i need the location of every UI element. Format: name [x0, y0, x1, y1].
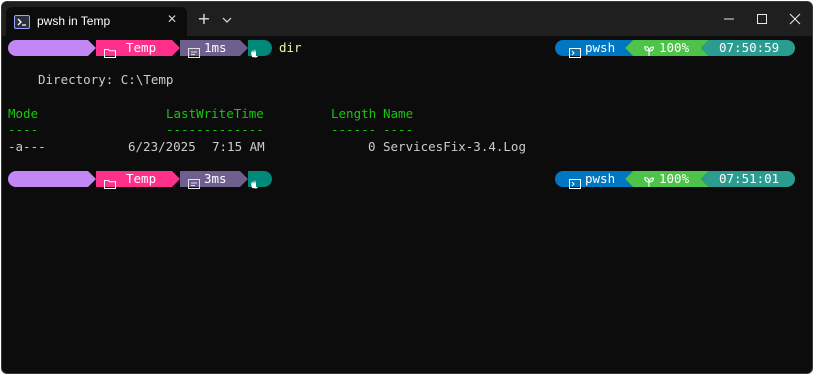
prompt-status-cap: [256, 171, 272, 187]
underline-lastwritetime: -------------: [166, 122, 264, 137]
prompt-battery: 100%: [659, 40, 690, 55]
underline-length: ------: [331, 122, 377, 137]
prompt-path-segment: Temp: [96, 171, 172, 189]
command-text: dir: [279, 40, 302, 55]
prompt-duration-segment: 1ms: [180, 40, 240, 58]
title-bar: pwsh in Temp ✕ +: [2, 2, 812, 36]
prompt-time: 07:51:01: [719, 171, 780, 186]
header-name: Name: [383, 106, 414, 121]
powerline-arrow: [88, 40, 96, 56]
prompt-status-cap: [256, 40, 272, 56]
timer-icon: [188, 43, 200, 62]
terminal-icon: [569, 174, 581, 193]
new-tab-button[interactable]: +: [194, 10, 214, 28]
powerline-arrow: [172, 171, 180, 187]
powerline-arrow: [625, 171, 633, 187]
row-mode: -a---: [8, 139, 46, 154]
tab-title: pwsh in Temp: [37, 14, 111, 28]
folder-icon: [104, 43, 116, 62]
leaf-icon: [643, 173, 655, 192]
prompt-shell: pwsh: [585, 40, 616, 55]
prompt-path-segment: Temp: [96, 40, 172, 58]
powerline-arrow: [240, 40, 248, 56]
row-time: 7:15 AM: [212, 139, 265, 154]
header-length: Length: [331, 106, 377, 121]
powerline-arrow: [625, 40, 633, 56]
close-window-button[interactable]: [785, 10, 805, 28]
folder-icon: [104, 174, 116, 193]
tab-pwsh[interactable]: pwsh in Temp ✕: [6, 7, 187, 36]
chevron-down-icon[interactable]: [220, 12, 234, 26]
powerline-arrow: [240, 171, 248, 187]
prompt-duration-segment: 3ms: [180, 171, 240, 189]
powerline-arrow: [701, 40, 709, 56]
prompt-time-cap: [779, 171, 795, 187]
prompt-duration: 1ms: [204, 40, 227, 55]
prompt-os-segment: [8, 40, 88, 56]
header-mode: Mode: [8, 106, 39, 121]
prompt-time: 07:50:59: [719, 40, 780, 55]
row-length: 0: [368, 139, 376, 154]
prompt-duration: 3ms: [204, 171, 227, 186]
header-lastwritetime: LastWriteTime: [166, 106, 264, 121]
underline-mode: ----: [8, 122, 39, 137]
terminal-icon: [569, 43, 581, 62]
prompt-line: Temp 3ms pwsh 100% 07:51:01: [2, 171, 812, 189]
powerline-arrow: [172, 40, 180, 56]
maximize-button[interactable]: [752, 10, 772, 28]
row-name: ServicesFix-3.4.Log: [383, 139, 526, 154]
directory-line: Directory: C:\Temp: [38, 72, 174, 87]
close-tab-icon[interactable]: ✕: [165, 12, 179, 26]
prompt-battery-segment: 100%: [633, 171, 701, 187]
prompt-battery-segment: 100%: [633, 40, 701, 56]
prompt-line: Temp 1ms dir pwsh 100% 07:50:59: [2, 40, 812, 58]
terminal-window: pwsh in Temp ✕ + Temp 1ms dir pwsh 100% …: [1, 1, 813, 374]
prompt-folder: Temp: [126, 40, 157, 55]
prompt-time-segment: 07:51:01: [709, 171, 787, 187]
leaf-icon: [643, 42, 655, 61]
powerline-arrow: [701, 171, 709, 187]
prompt-folder: Temp: [126, 171, 157, 186]
prompt-os-segment: [8, 171, 88, 187]
prompt-shell-segment: pwsh: [563, 40, 625, 58]
minimize-button[interactable]: [719, 10, 739, 28]
underline-name: ----: [383, 122, 414, 137]
prompt-time-cap: [779, 40, 795, 56]
prompt-battery: 100%: [659, 171, 690, 186]
prompt-time-segment: 07:50:59: [709, 40, 787, 56]
timer-icon: [188, 174, 200, 193]
powershell-icon: [14, 15, 30, 29]
row-date: 6/23/2025: [128, 139, 196, 154]
prompt-shell: pwsh: [585, 171, 616, 186]
prompt-shell-segment: pwsh: [563, 171, 625, 189]
terminal-content[interactable]: Temp 1ms dir pwsh 100% 07:50:59 Director…: [2, 36, 812, 373]
powerline-arrow: [88, 171, 96, 187]
